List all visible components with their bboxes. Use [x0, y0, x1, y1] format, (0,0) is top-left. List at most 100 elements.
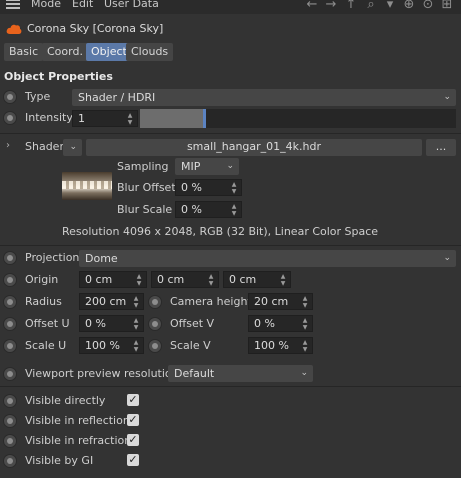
visible-by-gi-checkbox[interactable]: ✓ — [127, 454, 139, 466]
resolution-info: Resolution 4096 x 2048, RGB (32 Bit), Li… — [62, 225, 379, 238]
scale-u-input[interactable]: 100 % ▲ ▼ — [79, 337, 144, 354]
blur-scale-label: Blur Scale — [117, 203, 173, 216]
intensity-value: 1 — [78, 112, 85, 125]
animate-radio[interactable] — [3, 367, 17, 381]
scale-u-label: Scale U — [25, 339, 67, 352]
sampling-label: Sampling — [117, 160, 169, 173]
intensity-slider-fill — [140, 109, 203, 128]
type-dropdown[interactable]: Shader / HDRI ⌄ — [72, 89, 456, 106]
viewport-label: Viewport preview resolution — [25, 367, 179, 380]
origin-y-input[interactable]: 0 cm ▲ ▼ — [151, 271, 219, 288]
visible-directly-label: Visible directly — [25, 394, 106, 407]
menu-user-data[interactable]: User Data — [104, 0, 159, 10]
stepper-arrows-icon[interactable]: ▲ ▼ — [126, 112, 134, 126]
animate-radio[interactable] — [148, 317, 162, 331]
animate-radio[interactable] — [3, 251, 17, 265]
lock-icon[interactable]: ⊙ — [421, 0, 435, 12]
offset-u-label: Offset U — [25, 317, 70, 330]
animate-radio[interactable] — [148, 295, 162, 309]
animate-radio[interactable] — [3, 394, 17, 408]
hamburger-menu-icon[interactable] — [6, 0, 20, 9]
pin-icon[interactable]: ⊕ — [402, 0, 416, 12]
intensity-slider-handle[interactable] — [203, 109, 206, 128]
type-label: Type — [25, 90, 51, 103]
chevron-down-icon: ⌄ — [443, 92, 451, 102]
camera-height-label: Camera height — [170, 295, 252, 308]
blur-scale-input[interactable]: 0 % ▲ ▼ — [175, 201, 242, 218]
animate-radio[interactable] — [148, 339, 162, 353]
scale-v-input[interactable]: 100 % ▲ ▼ — [248, 337, 313, 354]
divider — [0, 245, 461, 246]
origin-z-value: 0 cm — [229, 273, 257, 286]
stepper-arrows-icon[interactable]: ▲ ▼ — [230, 203, 238, 217]
tab-coord[interactable]: Coord. — [42, 43, 88, 61]
animate-radio[interactable] — [3, 111, 17, 125]
up-arrow-icon[interactable]: ↑ — [344, 0, 358, 12]
stepper-arrows-icon[interactable]: ▲ ▼ — [279, 273, 287, 287]
camera-height-input[interactable]: 20 cm ▲ ▼ — [248, 293, 313, 310]
search-icon[interactable]: ⌕ — [364, 0, 378, 12]
section-title: Object Properties — [4, 70, 113, 83]
blur-offset-value: 0 % — [181, 181, 202, 194]
sampling-dropdown[interactable]: MIP ⌄ — [175, 158, 239, 175]
stepper-arrows-icon[interactable]: ▲ ▼ — [132, 317, 140, 331]
shader-menu-button[interactable]: ⌄ — [63, 139, 82, 156]
offset-v-value: 0 % — [254, 317, 275, 330]
tab-basic[interactable]: Basic — [4, 43, 44, 61]
blur-offset-label: Blur Offset — [117, 181, 176, 194]
stepper-arrows-icon[interactable]: ▲ ▼ — [207, 273, 215, 287]
visible-directly-checkbox[interactable]: ✓ — [127, 394, 139, 406]
menu-mode[interactable]: Mode — [31, 0, 61, 10]
visible-in-refractions-label: Visible in refractions — [25, 434, 137, 447]
visible-in-reflections-checkbox[interactable]: ✓ — [127, 414, 139, 426]
animate-radio[interactable] — [3, 339, 17, 353]
offset-u-value: 0 % — [85, 317, 106, 330]
stepper-arrows-icon[interactable]: ▲ ▼ — [301, 339, 309, 353]
back-arrow-icon[interactable]: ← — [305, 0, 319, 12]
origin-z-input[interactable]: 0 cm ▲ ▼ — [223, 271, 291, 288]
stepper-arrows-icon[interactable]: ▲ ▼ — [230, 181, 238, 195]
forward-arrow-icon[interactable]: → — [324, 0, 338, 12]
stepper-arrows-icon[interactable]: ▲ ▼ — [301, 317, 309, 331]
divider — [0, 386, 461, 387]
animate-radio[interactable] — [3, 273, 17, 287]
stepper-arrows-icon[interactable]: ▲ ▼ — [132, 295, 140, 309]
projection-dropdown[interactable]: Dome ⌄ — [79, 250, 456, 267]
offset-v-input[interactable]: 0 % ▲ ▼ — [248, 315, 313, 332]
radius-label: Radius — [25, 295, 62, 308]
radius-input[interactable]: 200 cm ▲ ▼ — [79, 293, 144, 310]
origin-x-value: 0 cm — [85, 273, 113, 286]
offset-u-input[interactable]: 0 % ▲ ▼ — [79, 315, 144, 332]
animate-radio[interactable] — [3, 317, 17, 331]
animate-radio[interactable] — [3, 454, 17, 468]
origin-y-value: 0 cm — [157, 273, 185, 286]
projection-value: Dome — [85, 252, 118, 265]
chevron-down-icon: ⌄ — [226, 161, 234, 171]
stepper-arrows-icon[interactable]: ▲ ▼ — [132, 339, 140, 353]
scale-u-value: 100 % — [85, 339, 120, 352]
menu-edit[interactable]: Edit — [72, 0, 93, 10]
hdri-thumbnail — [62, 172, 112, 200]
animate-radio[interactable] — [3, 295, 17, 309]
viewport-dropdown[interactable]: Default ⌄ — [168, 365, 313, 382]
object-title: Corona Sky [Corona Sky] — [27, 22, 164, 35]
visible-in-refractions-checkbox[interactable]: ✓ — [127, 434, 139, 446]
more-button[interactable]: ... — [426, 139, 456, 156]
stepper-arrows-icon[interactable]: ▲ ▼ — [135, 273, 143, 287]
animate-radio[interactable] — [3, 434, 17, 448]
viewport-value: Default — [174, 367, 215, 380]
new-panel-icon[interactable]: ⊞ — [440, 0, 454, 12]
tab-object[interactable]: Object — [86, 43, 132, 61]
radius-value: 200 cm — [85, 295, 127, 308]
intensity-input[interactable]: 1 ▲ ▼ — [72, 110, 138, 127]
blur-scale-value: 0 % — [181, 203, 202, 216]
stepper-arrows-icon[interactable]: ▲ ▼ — [301, 295, 309, 309]
tab-clouds[interactable]: Clouds — [126, 43, 174, 61]
blur-offset-input[interactable]: 0 % ▲ ▼ — [175, 179, 242, 196]
origin-x-input[interactable]: 0 cm ▲ ▼ — [79, 271, 147, 288]
animate-radio[interactable] — [3, 90, 17, 104]
bookmark-icon[interactable]: ▾ — [383, 0, 397, 12]
animate-radio[interactable] — [3, 414, 17, 428]
shader-file-button[interactable]: small_hangar_01_4k.hdr — [86, 139, 422, 156]
expand-arrow-icon[interactable]: › — [6, 140, 10, 151]
